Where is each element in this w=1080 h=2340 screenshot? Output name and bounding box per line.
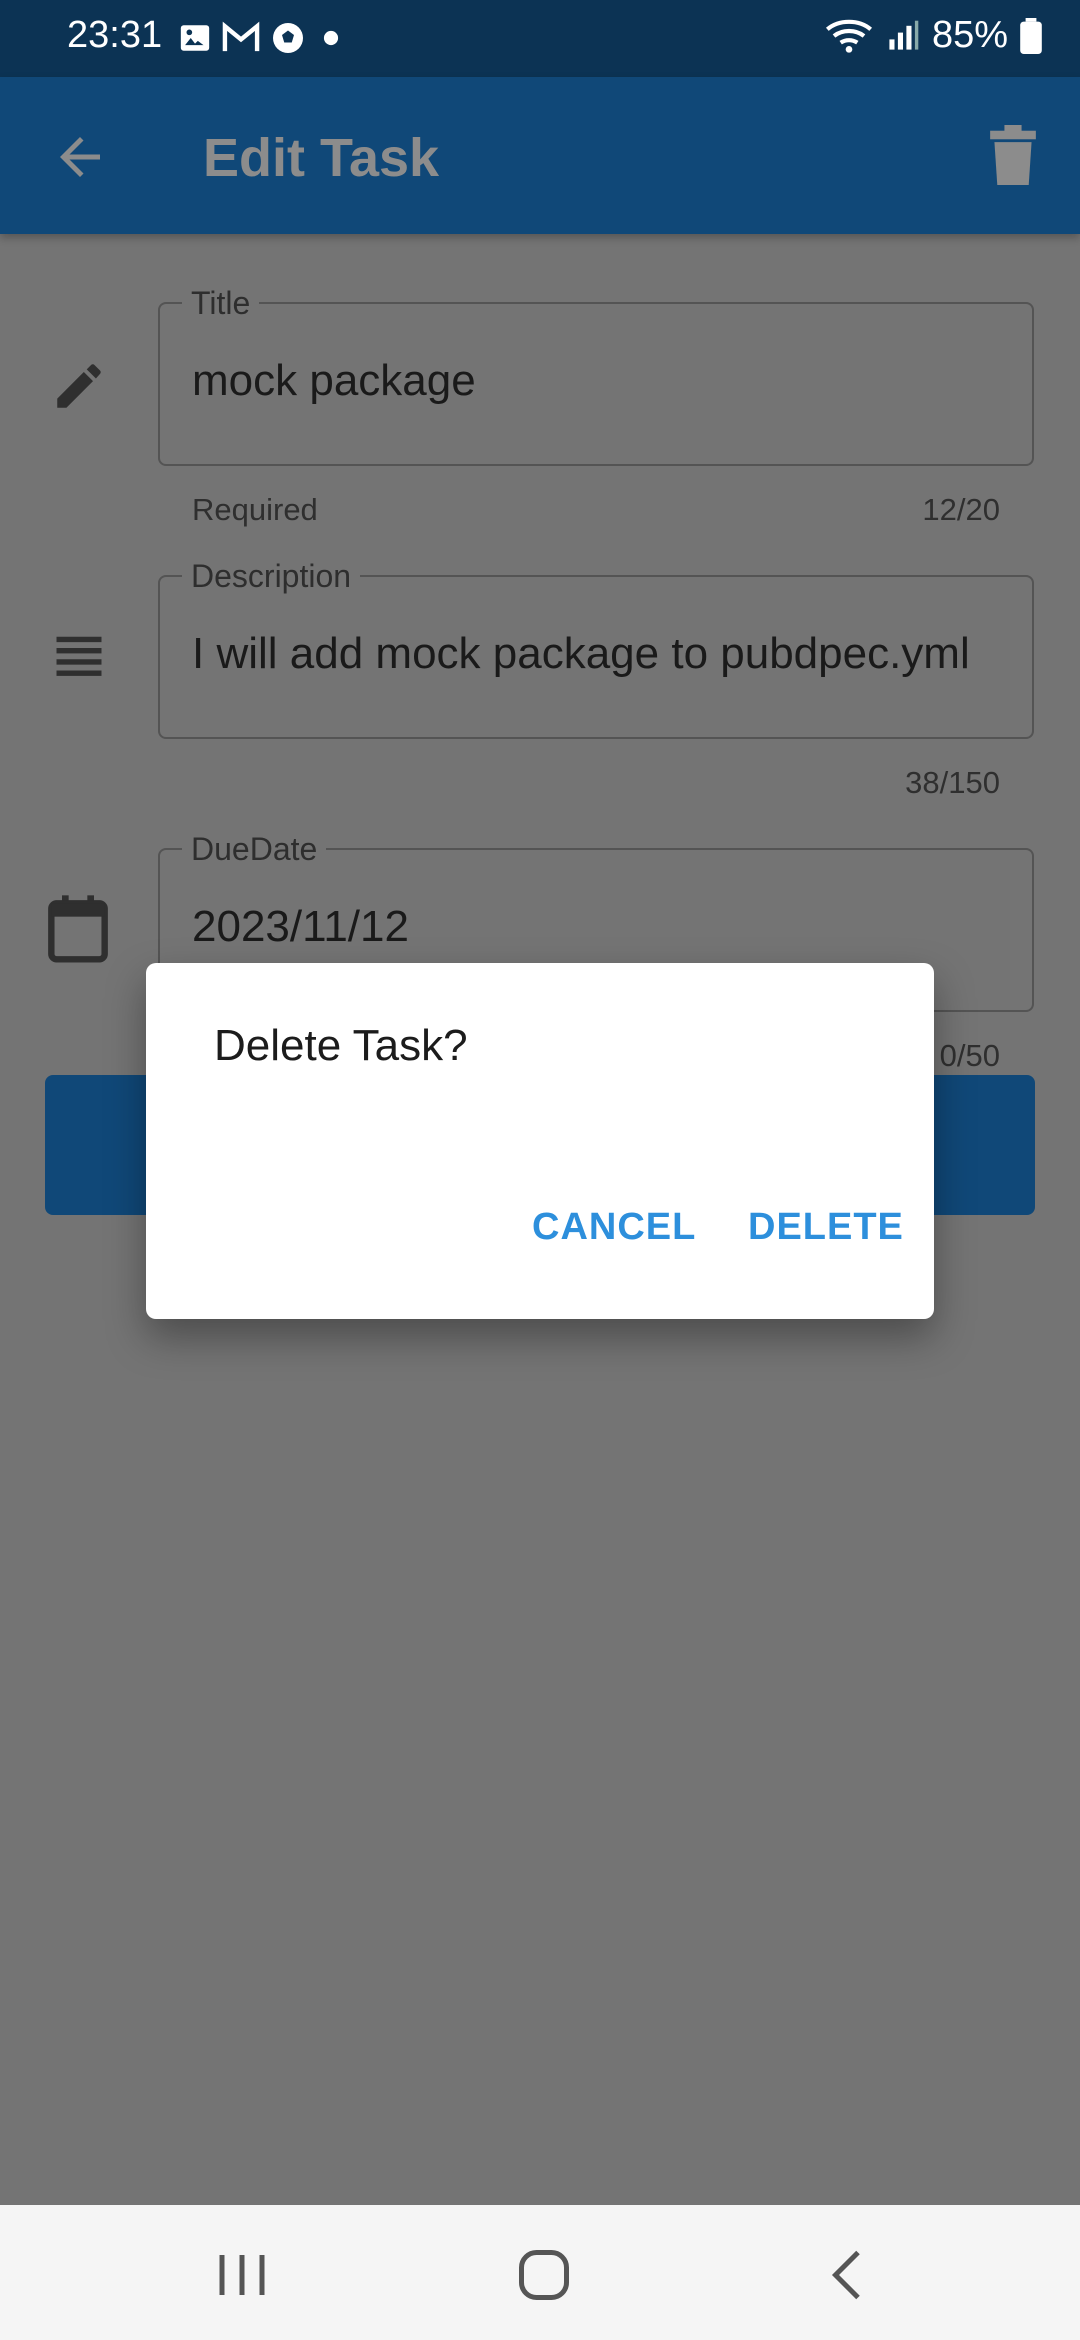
status-time: 23:31 [67, 14, 163, 56]
title-helper: Required [192, 492, 318, 527]
due-date-label: DueDate [182, 831, 327, 867]
notes-icon [56, 636, 102, 676]
battery-percent: 85% [931, 14, 1008, 56]
status-right: 85% [824, 14, 1042, 57]
title-counter: 12/20 [922, 492, 1000, 527]
recent-apps-icon[interactable] [212, 2245, 272, 2305]
gmail-icon [222, 21, 260, 52]
due-date-counter: 0/50 [939, 1038, 1000, 1073]
home-icon[interactable] [514, 2245, 574, 2305]
delete-dialog: Delete Task? CANCEL DELETE [146, 963, 934, 1319]
navigation-bar [0, 2205, 1080, 2340]
app-bar: Edit Task [0, 77, 1080, 234]
delete-confirm-button[interactable]: DELETE [748, 1206, 904, 1249]
pencil-icon [57, 364, 101, 408]
notification-icons [178, 20, 346, 56]
signal-icon [889, 20, 919, 50]
dot-icon [323, 30, 339, 46]
title-field[interactable]: Title mock package [158, 285, 1034, 466]
title-label: Title [182, 285, 260, 321]
description-label: Description [182, 558, 361, 594]
description-counter: 38/150 [905, 765, 1000, 800]
wifi-icon [825, 19, 872, 53]
dialog-title: Delete Task? [214, 1021, 468, 1070]
trash-icon[interactable] [990, 125, 1036, 185]
calendar-icon [48, 895, 108, 963]
soccer-icon [273, 23, 303, 53]
nav-back-icon[interactable] [818, 2245, 878, 2305]
status-bar: 23:31 85% [0, 0, 1080, 77]
due-date-value: 2023/11/12 [192, 902, 409, 951]
back-arrow-icon[interactable] [50, 127, 110, 187]
description-field[interactable]: Description I will add mock package to p… [158, 558, 1034, 739]
gallery-icon [180, 25, 210, 51]
title-value: mock package [192, 356, 476, 405]
cancel-button[interactable]: CANCEL [532, 1206, 696, 1249]
description-value: I will add mock package to pubdpec.yml [192, 629, 970, 678]
page-title: Edit Task [203, 128, 440, 188]
battery-icon [1020, 17, 1042, 54]
